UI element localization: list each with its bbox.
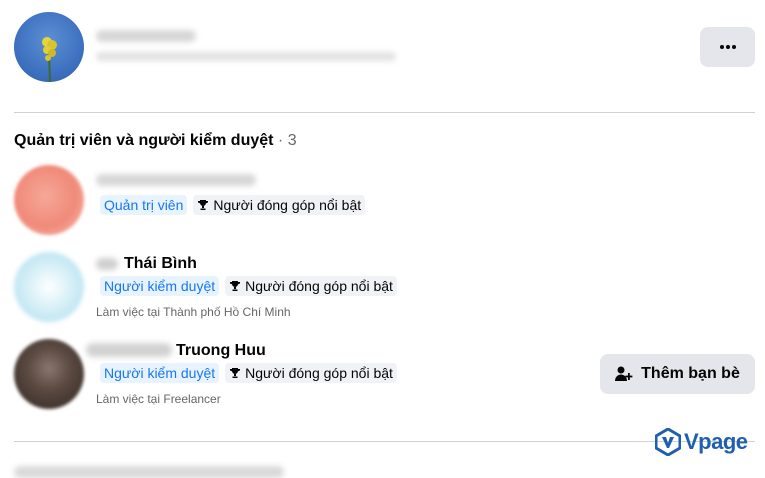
section-title: Quản trị viên và người kiểm duyệt · 3	[14, 132, 297, 150]
section-title-text: Quản trị viên và người kiểm duyệt	[14, 132, 274, 149]
more-options-button[interactable]	[700, 27, 755, 67]
top-contributor-label: Người đóng góp nổi bật	[245, 365, 393, 381]
moderator-badge[interactable]: Người kiểm duyệt	[100, 363, 220, 383]
vpage-logo-icon	[655, 428, 681, 456]
flower-image	[42, 37, 57, 82]
trophy-icon	[230, 368, 241, 378]
top-contributor-label: Người đóng góp nổi bật	[245, 278, 393, 294]
member-name[interactable]: Truong Huu	[176, 342, 266, 360]
separator: ·	[277, 132, 284, 149]
divider	[14, 112, 755, 113]
member-avatar[interactable]	[14, 165, 84, 235]
add-friend-label: Thêm bạn bè	[641, 365, 740, 382]
top-contributor-badge[interactable]: Người đóng góp nổi bật	[225, 363, 397, 383]
trophy-icon	[230, 281, 241, 291]
moderator-badge[interactable]: Người kiểm duyệt	[100, 276, 220, 296]
top-contributor-label: Người đóng góp nổi bật	[213, 197, 362, 213]
member-badges: Người kiểm duyệt Người đóng góp nổi bật	[100, 363, 397, 383]
top-contributor-badge[interactable]: Người đóng góp nổi bật	[193, 195, 366, 215]
blurred-name-prefix	[86, 343, 172, 357]
member-workplace: Làm việc tại Freelancer	[96, 392, 221, 406]
more-horizontal-icon	[719, 45, 736, 49]
member-avatar[interactable]	[14, 339, 84, 409]
add-friend-icon	[615, 366, 633, 381]
blurred-name	[96, 30, 196, 42]
next-section-title-cutoff	[14, 466, 284, 478]
member-workplace: Làm việc tại Thành phố Hồ Chí Minh	[96, 305, 291, 319]
blurred-name-prefix	[96, 258, 118, 270]
admin-count: 3	[287, 132, 297, 149]
blurred-member-name	[96, 174, 256, 186]
vpage-logo-text: Vpage	[684, 429, 748, 454]
add-friend-button[interactable]: Thêm bạn bè	[600, 354, 755, 394]
top-contributor-badge[interactable]: Người đóng góp nổi bật	[225, 276, 397, 296]
vpage-logo: Vpage	[655, 428, 748, 456]
trophy-icon	[198, 200, 209, 210]
group-owner-avatar[interactable]	[14, 12, 84, 82]
member-badges: Người kiểm duyệt Người đóng góp nổi bật	[100, 276, 397, 296]
divider	[14, 441, 755, 442]
member-avatar[interactable]	[14, 252, 84, 322]
member-name[interactable]: Thái Bình	[124, 255, 197, 273]
blurred-description	[96, 52, 396, 61]
member-badges: Quản trị viên Người đóng góp nổi bật	[100, 195, 366, 215]
admin-badge[interactable]: Quản trị viên	[100, 195, 188, 215]
